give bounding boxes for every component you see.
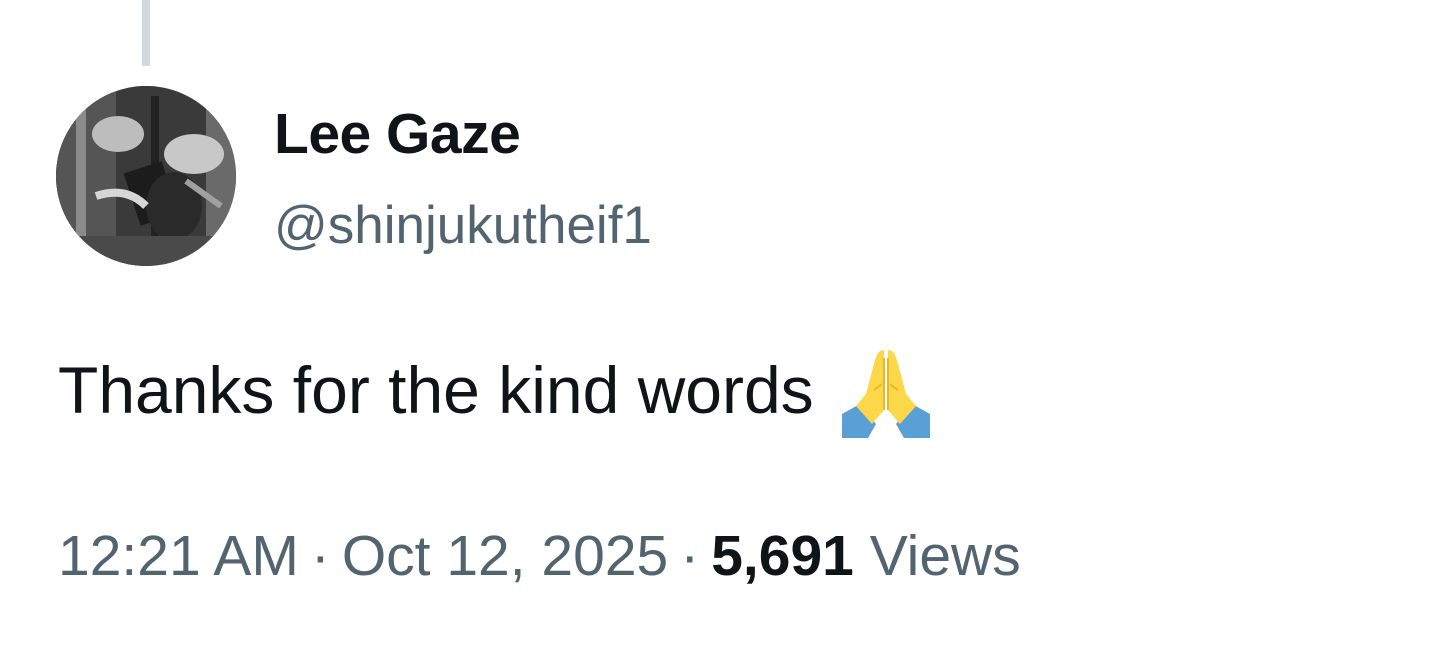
author-name[interactable]: Lee Gaze — [274, 98, 521, 170]
views-count: 5,691 — [711, 524, 854, 588]
avatar-image — [56, 86, 236, 266]
avatar[interactable] — [56, 86, 236, 266]
tweet-meta: 12:21 AM · Oct 12, 2025 · 5,691 Views — [58, 520, 1021, 592]
thread-connector-line — [142, 0, 150, 66]
meta-separator: · — [310, 524, 330, 588]
folded-hands-icon — [838, 344, 934, 440]
tweet-time[interactable]: 12:21 AM — [58, 524, 299, 588]
meta-separator: · — [680, 524, 700, 588]
author-handle[interactable]: @shinjukutheif1 — [274, 192, 652, 260]
views-label: Views — [869, 524, 1021, 588]
tweet-text-content: Thanks for the kind words — [58, 353, 814, 427]
tweet-text: Thanks for the kind words — [58, 342, 934, 438]
tweet-date[interactable]: Oct 12, 2025 — [342, 524, 668, 588]
